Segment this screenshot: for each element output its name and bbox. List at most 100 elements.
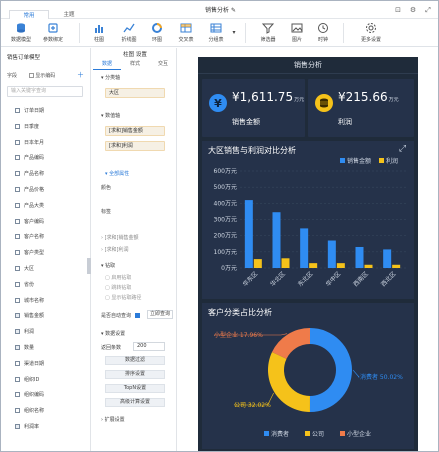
bar-sales[interactable] [244,200,253,268]
bar-profit[interactable] [364,264,373,268]
legend-swatch [264,431,269,436]
drill-option-1[interactable]: ▢ 启用钻取 [105,274,131,281]
image-button[interactable]: 图片 [287,22,307,46]
field-item[interactable]: 利润 [15,328,34,336]
topn-settings-button[interactable]: TopN设置 [105,384,165,393]
bar-profit[interactable] [392,264,401,268]
drill-option-1-label: 启用钻取 [111,275,132,281]
kpi-card-profit[interactable]: ¥215.66万元 利润 [308,79,414,137]
bar-chart-button[interactable]: 柱图 [87,22,111,46]
field-item[interactable]: 日季度 [15,123,39,131]
bar-profit[interactable] [281,258,290,268]
bar-sales[interactable] [383,249,392,268]
section-data-settings[interactable]: ▾ 数据设置 [101,330,125,337]
value-field-dropdown-1[interactable]: [求和]销售金额 [105,126,165,136]
show-code-checkbox[interactable] [28,73,34,78]
tab-style[interactable]: 样式 [121,59,149,70]
drill-option-2[interactable]: ▢ 跳转钻取 [105,284,131,291]
drill-option-3-label: 显示钻取路径 [111,295,142,301]
bar-profit[interactable] [336,263,345,268]
field-name: 渠道日期 [24,360,45,367]
advanced-calc-button[interactable]: 高级计算设置 [105,398,165,407]
field-search-input[interactable]: 输入关键字查询 [7,86,83,97]
field-item[interactable]: 客户编码 [15,218,44,226]
legend-label: 消费者 [271,430,289,438]
field-item[interactable]: 日本年月 [15,139,44,147]
section-value-axis[interactable]: ▾ 数值轴 [101,112,120,119]
document-title[interactable]: 销售分析 ✎ [1,5,438,14]
section-category-axis[interactable]: ▾ 分类轴 [101,74,120,81]
section-agg-sales[interactable]: › [求和]销售金额 [101,234,139,241]
field-item[interactable]: 销售金额 [15,312,44,320]
preview-icon[interactable]: ⊡ [393,5,403,15]
bar-sales[interactable] [327,240,336,268]
field-item[interactable]: 省份 [15,281,34,289]
data-filter-button[interactable]: 数据过滤 [105,356,165,365]
field-item[interactable]: 客户类型 [15,249,44,257]
field-item[interactable]: 组织编码 [15,391,44,399]
bar-profit[interactable] [253,259,262,268]
field-item[interactable]: 利润率 [15,423,39,431]
edit-pencil-icon[interactable]: ✎ [231,7,236,14]
row-count-input[interactable]: 200 [133,342,165,351]
bar-sales[interactable] [300,228,309,268]
category-field-dropdown[interactable]: 大区 [105,88,165,98]
field-item[interactable]: 产品价格 [15,186,44,194]
kpi-card-sales[interactable]: ¥ ¥1,611.75万元 销售金额 [202,79,305,137]
cross-table-button[interactable]: 交叉表 [173,22,199,46]
param-bind-button[interactable]: 参数绑定 [39,22,67,46]
group-table-icon [210,23,222,33]
bar-sales[interactable] [272,212,281,268]
value-field-dropdown-2[interactable]: [求和]利润 [105,141,165,151]
field-type-icon [15,424,20,429]
bar-chart-label: 柱图 [93,37,104,43]
field-item[interactable]: 数量 [15,344,34,352]
field-item[interactable]: 产品名称 [15,170,44,178]
field-item[interactable]: 订单日期 [15,107,44,115]
pie-chart-panel[interactable]: 客户分类占比分析 消费者 50.02% 公司 32.02% 小型企业 17.96% 消… [202,303,414,449]
section-agg-profit[interactable]: › [求和]利润 [101,246,129,253]
section-global-props[interactable]: ▾ 全部属性 [105,170,129,177]
line-chart-button[interactable]: 折线图 [116,22,142,46]
section-extend[interactable]: › 扩展设置 [101,416,125,423]
group-table-button[interactable]: 分组表 [203,22,229,46]
field-item[interactable]: 客户名称 [15,233,44,241]
coins-icon-glyph [320,98,328,108]
fullscreen-icon[interactable]: ⤢ [423,5,433,15]
auto-refresh-checkbox[interactable] [134,313,140,318]
more-settings-button[interactable]: 更多设置 [355,22,387,46]
field-item[interactable]: 大区 [15,265,34,273]
field-item[interactable]: 产品编码 [15,154,44,162]
refresh-now-button[interactable]: 立即查询 [147,310,173,319]
section-drill[interactable]: ▾ 钻取 [101,262,115,269]
app-window: 常用 主题 销售分析 ✎ ⊡ ⚙ ⤢ 数据模型 参数绑定 柱图 折线图 环图 交… [0,0,439,452]
clock-button[interactable]: 时钟 [313,22,333,46]
settings-icon[interactable]: ⚙ [408,5,418,15]
data-model-button[interactable]: 数据模型 [7,22,35,46]
filter-label: 筛选器 [260,37,276,43]
settings-tabs: 数据 样式 交互 [93,59,177,70]
pie-slice[interactable] [309,328,352,412]
add-field-icon[interactable]: ＋ [77,70,84,80]
field-type-icon [15,108,20,113]
dashboard[interactable]: 销售分析 ¥ ¥1,611.75万元 销售金额 ¥215.66万元 利润 大区销… [198,57,418,451]
field-item[interactable]: 组织ID [15,376,39,384]
tab-interaction[interactable]: 交互 [149,59,177,70]
field-item[interactable]: 组织名称 [15,407,44,415]
ring-chart-button[interactable]: 环图 [146,22,168,46]
field-name: 产品编码 [24,155,45,162]
pie-slice[interactable] [268,352,310,412]
tab-data[interactable]: 数据 [93,59,121,70]
field-item[interactable]: 产品大类 [15,202,44,210]
field-item[interactable]: 城市名称 [15,297,44,305]
bar-chart-panel[interactable]: 大区销售与利润对比分析 ⤢ 销售金额 利润 0万元 100万元 200万元 300万元 40… [202,141,414,299]
drill-option-3[interactable]: ▢ 显示钻取路径 [105,294,141,301]
bar-profit[interactable] [309,263,318,268]
pie-slice[interactable] [272,328,310,359]
sort-settings-button[interactable]: 排序设置 [105,370,165,379]
global-props-label: 全部属性 [109,171,130,177]
panel-collapse-handle[interactable] [87,258,91,274]
field-item[interactable]: 渠道日期 [15,360,44,368]
bar-sales[interactable] [355,246,364,268]
filter-button[interactable]: 筛选器 [255,22,281,46]
